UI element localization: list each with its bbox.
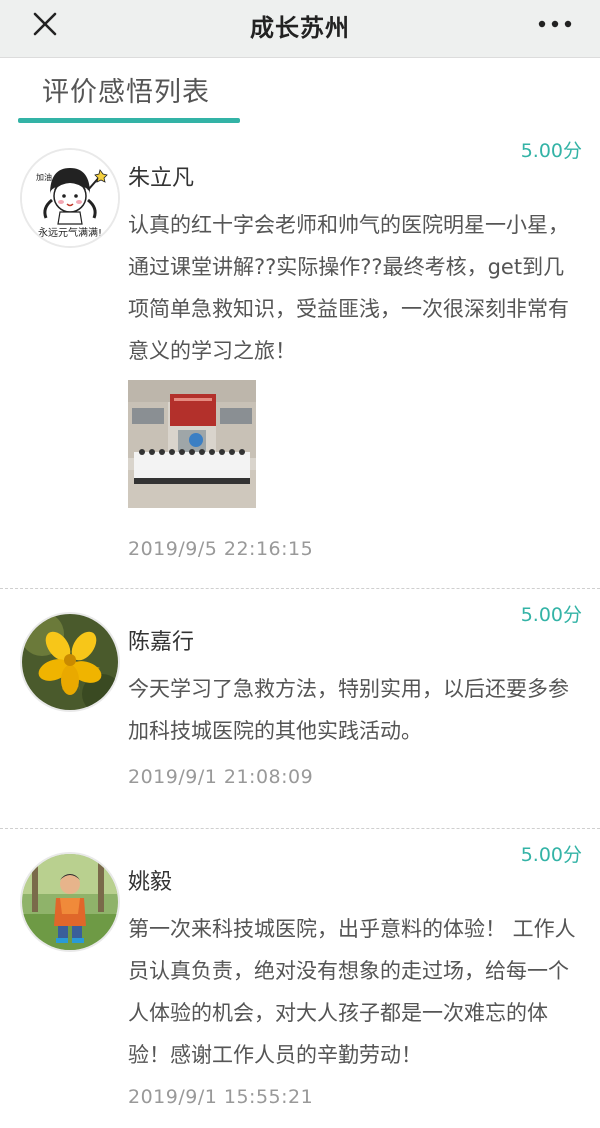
reviewer-name: 陈嘉行 [128, 630, 195, 655]
review-photo[interactable] [128, 380, 256, 508]
score-badge: 5.00分 [520, 604, 582, 626]
review-item: 5.00分 姚毅 第一次来科技城医院，出乎意料的体验！ 工作人员认真负责，绝对没… [0, 828, 600, 1128]
review-item: 5.00分 加油 永远元气满满! 朱立凡 认真的红十字会老师和帅气的医院明星一小… [0, 124, 600, 588]
avatar[interactable] [20, 612, 120, 712]
avatar-lily-flower-icon [22, 614, 118, 710]
page-title: 成长苏州 [250, 14, 350, 42]
tab-review-list[interactable]: 评价感悟列表 [42, 70, 210, 109]
avatar[interactable]: 加油 永远元气满满! [20, 148, 120, 248]
review-timestamp: 2019/9/5 22:16:15 [128, 538, 314, 560]
tab-active-indicator [18, 118, 240, 123]
avatar-child-photo-icon [22, 854, 118, 950]
score-badge: 5.00分 [520, 844, 582, 866]
review-timestamp: 2019/9/1 21:08:09 [128, 766, 314, 788]
avatar-tag-text: 加油 [36, 172, 52, 182]
avatar-caption-text: 永远元气满满! [38, 226, 102, 239]
reviewer-name: 朱立凡 [128, 166, 195, 191]
more-icon[interactable] [536, 9, 574, 39]
review-content: 第一次来科技城医院，出乎意料的体验！ 工作人员认真负责，绝对没有想象的走过场，给… [128, 917, 576, 1067]
reviewer-name: 姚毅 [128, 870, 173, 895]
review-item: 5.00分 陈嘉行 今天学习了急救方法，特别实用，以后还要多参加科技城医院的其他… [0, 588, 600, 828]
tab-bar: 评价感悟列表 [0, 58, 600, 124]
top-nav-bar: 成长苏州 [0, 0, 600, 58]
review-content: 认真的红十字会老师和帅气的医院明星一小星，通过课堂讲解??实际操作??最终考核，… [128, 213, 569, 363]
avatar[interactable] [20, 852, 120, 952]
score-badge: 5.00分 [520, 140, 582, 162]
review-timestamp: 2019/9/1 15:55:21 [128, 1086, 314, 1108]
review-content: 今天学习了急救方法，特别实用，以后还要多参加科技城医院的其他实践活动。 [128, 677, 569, 743]
avatar-cartoon-girl-icon: 加油 永远元气满满! [22, 150, 118, 246]
group-photo-image [128, 380, 256, 508]
